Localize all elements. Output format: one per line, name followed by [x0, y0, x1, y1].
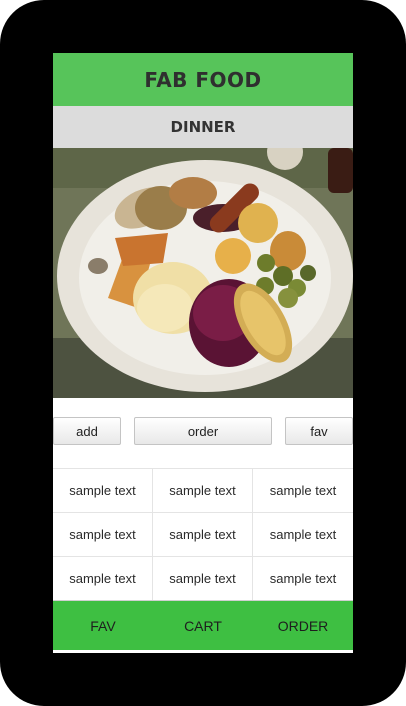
grid-cell: sample text	[253, 512, 353, 556]
app-header: FAB FOOD	[53, 53, 353, 106]
nav-fav[interactable]: FAV	[53, 601, 153, 650]
add-button[interactable]: add	[53, 417, 121, 445]
grid-cell: sample text	[153, 556, 253, 600]
grid-cell: sample text	[153, 468, 253, 512]
nav-cart[interactable]: CART	[153, 601, 253, 650]
grid-cell: sample text	[253, 556, 353, 600]
grid-cell: sample text	[53, 468, 153, 512]
bottom-divider	[53, 650, 353, 653]
section-header: DINNER	[53, 106, 353, 148]
app-screen: FAB FOOD DINNER add order fav sample tex…	[53, 53, 353, 653]
sample-text-grid: sample text sample text sample text samp…	[53, 468, 353, 600]
dinner-plate-image	[53, 148, 353, 398]
order-button[interactable]: order	[134, 417, 272, 445]
bottom-nav: FAV CART ORDER	[53, 600, 353, 650]
grid-cell: sample text	[153, 512, 253, 556]
nav-order[interactable]: ORDER	[253, 601, 353, 650]
grid-cell: sample text	[53, 512, 153, 556]
grid-cell: sample text	[53, 556, 153, 600]
phone-frame: FAB FOOD DINNER add order fav sample tex…	[0, 0, 406, 706]
fav-button[interactable]: fav	[285, 417, 353, 445]
section-title: DINNER	[170, 118, 236, 136]
grid-cell: sample text	[253, 468, 353, 512]
app-title: FAB FOOD	[144, 67, 262, 92]
